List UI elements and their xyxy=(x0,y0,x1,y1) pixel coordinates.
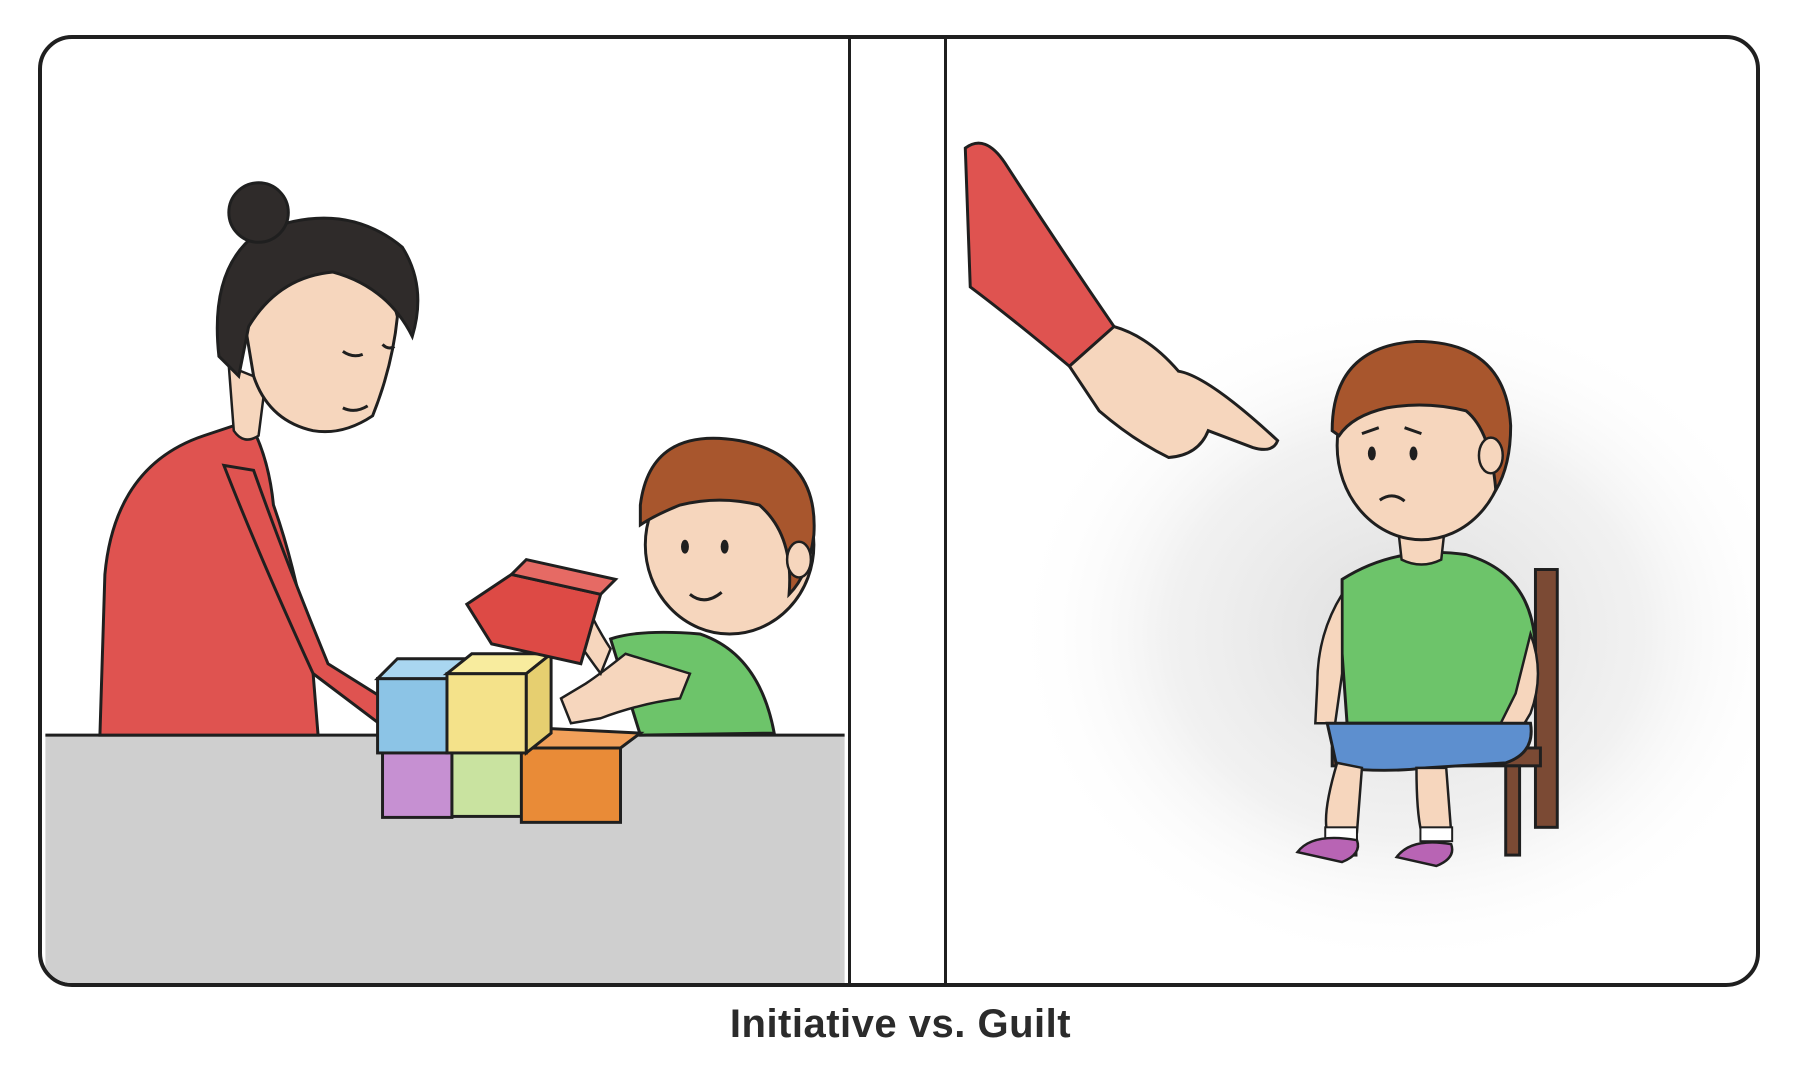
pointing-hand xyxy=(963,141,1280,459)
caption: Initiative vs. Guilt xyxy=(729,1002,1072,1046)
panel-divider-left xyxy=(848,39,851,983)
right-panel xyxy=(963,141,1756,971)
illustration-frame xyxy=(38,35,1760,987)
left-panel xyxy=(45,181,845,983)
